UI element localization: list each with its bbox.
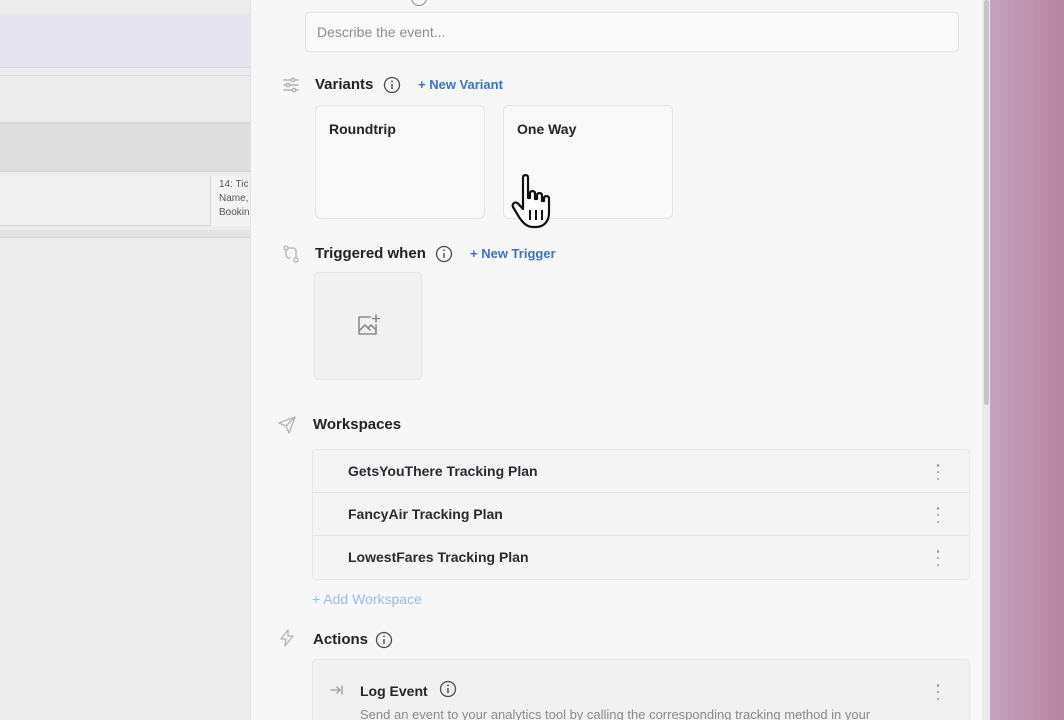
action-info-icon[interactable] bbox=[439, 680, 457, 698]
background-table-cell: 14: Tic Name, Bookin bbox=[210, 176, 250, 226]
background-app: 14: Tic Name, Bookin bbox=[0, 0, 250, 720]
background-cell-text-3: Bookin bbox=[219, 207, 250, 218]
paper-plane-icon bbox=[278, 416, 296, 434]
image-add-icon bbox=[358, 314, 381, 335]
workspace-name: LowestFares Tracking Plan bbox=[348, 549, 529, 565]
workspace-name: GetsYouThere Tracking Plan bbox=[348, 463, 538, 479]
workspace-row[interactable]: LowestFares Tracking Plan bbox=[313, 536, 969, 579]
kebab-menu-icon[interactable] bbox=[935, 464, 941, 480]
background-divider-2 bbox=[0, 230, 250, 238]
variant-card-roundtrip[interactable]: Roundtrip bbox=[315, 105, 485, 219]
background-table-header bbox=[0, 122, 250, 172]
background-cell-text-2: Name, bbox=[219, 193, 249, 204]
new-variant-button[interactable]: + New Variant bbox=[418, 77, 503, 92]
workspaces-list: GetsYouThere Tracking Plan FancyAir Trac… bbox=[312, 449, 970, 580]
background-cell-text-1: 14: Tic bbox=[219, 179, 249, 190]
background-divider bbox=[0, 75, 250, 76]
variant-card-label: Roundtrip bbox=[329, 121, 396, 137]
workspace-name: FancyAir Tracking Plan bbox=[348, 506, 503, 522]
variant-card-label: One Way bbox=[517, 121, 577, 137]
sliders-icon bbox=[283, 77, 299, 93]
actions-info-icon[interactable] bbox=[375, 631, 393, 649]
add-workspace-button[interactable]: + Add Workspace bbox=[312, 591, 422, 607]
action-card-log-event[interactable]: Log Event Send an event to your analytic… bbox=[312, 659, 970, 720]
kebab-menu-icon[interactable] bbox=[935, 507, 941, 523]
background-table-row: 14: Tic Name, Bookin bbox=[0, 176, 250, 226]
variants-info-icon[interactable] bbox=[383, 76, 401, 94]
background-band bbox=[0, 14, 250, 68]
lightning-icon bbox=[280, 629, 294, 647]
workspaces-title: Workspaces bbox=[313, 416, 402, 433]
variants-title: Variants bbox=[315, 76, 374, 93]
action-description: Send an event to your analytics tool by … bbox=[360, 707, 871, 720]
triggers-title: Triggered when bbox=[315, 245, 426, 262]
log-event-icon bbox=[330, 685, 343, 695]
workspace-row[interactable]: GetsYouThere Tracking Plan bbox=[313, 450, 969, 493]
trigger-path-icon bbox=[283, 245, 299, 263]
triggers-info-icon[interactable] bbox=[435, 245, 453, 263]
event-detail-panel: Variants + New Variant Roundtrip One Way… bbox=[250, 0, 982, 720]
kebab-menu-icon[interactable] bbox=[935, 684, 941, 700]
trigger-image-upload[interactable] bbox=[314, 272, 422, 380]
backdrop bbox=[988, 0, 1064, 720]
actions-title: Actions bbox=[313, 631, 369, 648]
description-input[interactable] bbox=[305, 12, 959, 52]
variant-card-one-way[interactable]: One Way bbox=[503, 105, 673, 219]
action-title: Log Event bbox=[360, 683, 428, 699]
scrollbar-thumb[interactable] bbox=[984, 0, 989, 405]
new-trigger-button[interactable]: + New Trigger bbox=[470, 246, 556, 261]
workspace-row[interactable]: FancyAir Tracking Plan bbox=[313, 493, 969, 536]
kebab-menu-icon[interactable] bbox=[935, 550, 941, 566]
description-info-icon[interactable] bbox=[411, 0, 427, 6]
